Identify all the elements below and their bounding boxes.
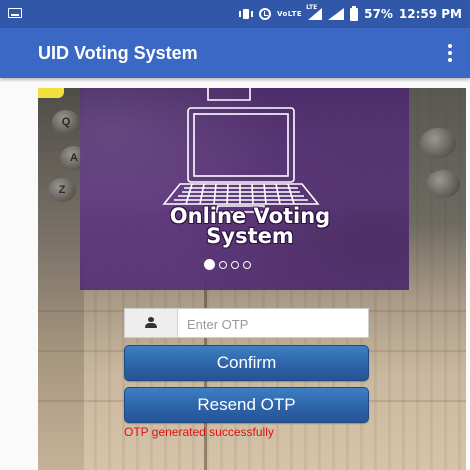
volte-label: VoLTE [276, 10, 303, 18]
confirm-button[interactable]: Confirm [124, 345, 369, 381]
vibrate-icon [238, 9, 253, 19]
lte-label: LTE [306, 4, 318, 11]
overflow-menu-icon[interactable] [442, 41, 458, 65]
banner-title: Online Voting System [80, 206, 409, 248]
status-bar: VoLTE LTE 57% 12:59 PM [0, 0, 470, 28]
signal-icon [328, 8, 345, 20]
typewriter-key-right-lower [426, 170, 460, 198]
battery-icon [350, 5, 359, 21]
typewriter-key-q: Q [52, 110, 80, 134]
otp-field [124, 308, 369, 338]
slide-indicator [204, 259, 251, 270]
typewriter-key-z: Z [48, 178, 76, 202]
otp-input[interactable] [185, 311, 367, 337]
otp-status-message: OTP generated successfully [124, 425, 274, 439]
resend-otp-button[interactable]: Resend OTP [124, 387, 369, 423]
clock: 12:59 PM [398, 7, 462, 21]
slide-dot-4[interactable] [243, 260, 251, 269]
typewriter-key-right [420, 128, 456, 158]
slide-dot-2[interactable] [219, 260, 227, 269]
slide-dot-3[interactable] [231, 260, 239, 269]
slide-dot-1[interactable] [204, 259, 215, 270]
lte-signal-icon: LTE [306, 4, 323, 20]
alarm-icon [258, 8, 271, 20]
user-icon [145, 317, 157, 329]
otp-addon [125, 309, 178, 337]
sticky-note [38, 88, 64, 98]
app-screen: VoLTE LTE 57% 12:59 PM UID Voting System… [0, 0, 470, 470]
battery-percentage: 57% [364, 7, 393, 21]
status-icons: VoLTE LTE 57% 12:59 PM [238, 0, 462, 28]
app-bar: UID Voting System [0, 28, 470, 78]
screenshot-notification-icon [8, 8, 22, 18]
app-title: UID Voting System [38, 43, 198, 63]
banner-slider[interactable]: Online Voting System [80, 88, 409, 290]
banner-title-line-2: System [206, 224, 294, 248]
